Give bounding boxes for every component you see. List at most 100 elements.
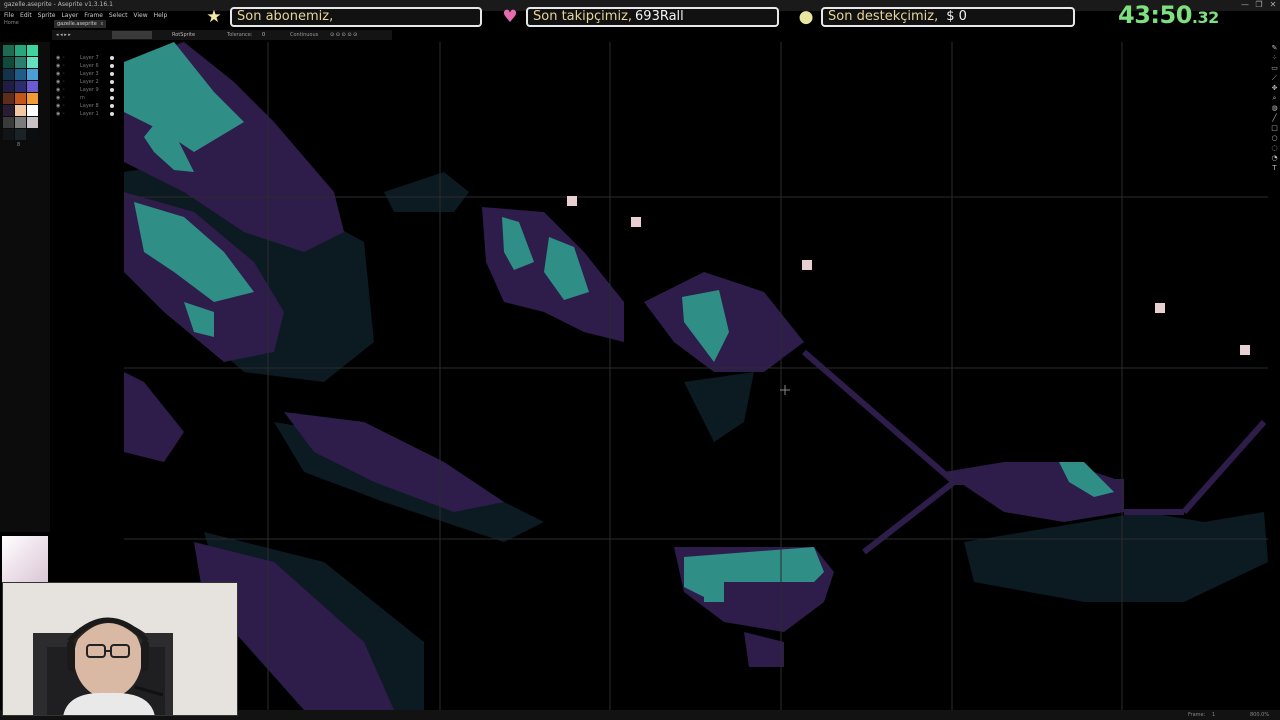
eyedropper-tool-icon[interactable]: ⟋ xyxy=(1270,74,1279,82)
color-preview[interactable] xyxy=(2,536,48,582)
palette-swatch[interactable] xyxy=(27,105,38,116)
close-tab-icon[interactable]: x xyxy=(100,21,103,27)
palette-swatch[interactable] xyxy=(27,69,38,80)
lasso-tool-icon[interactable]: ◌ xyxy=(1270,144,1279,152)
ellipse-tool-icon[interactable]: ○ xyxy=(1270,134,1279,142)
eye-icon[interactable]: ◉ ◦ xyxy=(56,94,68,102)
palette-swatch[interactable] xyxy=(15,105,26,116)
menu-frame[interactable]: Frame xyxy=(84,11,103,20)
menu-view[interactable]: View xyxy=(133,11,147,20)
close-button[interactable]: ✕ xyxy=(1266,0,1280,10)
palette-swatch[interactable] xyxy=(27,57,38,68)
layer-row[interactable]: ◉ ◦ Layer 1 xyxy=(52,110,122,118)
palette-swatch[interactable] xyxy=(3,129,14,140)
contiguous-toggle[interactable]: Continuous xyxy=(290,30,318,40)
blur-tool-icon[interactable]: ◔ xyxy=(1270,154,1279,162)
cel-dot-icon[interactable] xyxy=(110,80,114,84)
minimize-button[interactable]: — xyxy=(1238,0,1252,10)
webcam-feed xyxy=(2,582,238,716)
bucket-tool-icon[interactable]: ◍ xyxy=(1270,104,1279,112)
palette-swatch[interactable] xyxy=(15,69,26,80)
eye-icon[interactable]: ◉ ◦ xyxy=(56,70,68,78)
cel-dot-icon[interactable] xyxy=(110,104,114,108)
move-tool-icon[interactable]: ✥ xyxy=(1270,84,1279,92)
palette-swatch[interactable] xyxy=(27,93,38,104)
menu-file[interactable]: File xyxy=(4,11,14,20)
layer-name: Layer 9 xyxy=(80,87,99,93)
nav-arrows-icon[interactable]: ◂ ◂ ▸ ▸ xyxy=(56,30,71,40)
home-tab[interactable]: Home xyxy=(4,20,19,26)
zoom-level[interactable]: 800.0% xyxy=(1250,710,1269,720)
palette-swatch[interactable] xyxy=(3,93,14,104)
palette-swatch[interactable] xyxy=(15,57,26,68)
palette-swatch[interactable] xyxy=(3,69,14,80)
brush-preview[interactable] xyxy=(112,31,152,39)
menu-sprite[interactable]: Sprite xyxy=(38,11,56,20)
layer-row[interactable]: ◉ ◦ Layer 9 xyxy=(52,86,122,94)
palette-swatch[interactable] xyxy=(15,129,26,140)
layer-name: Layer 3 xyxy=(80,71,99,77)
tolerance-input[interactable]: 0 xyxy=(262,30,265,40)
document-tab[interactable]: gazelle.aseprite x xyxy=(54,20,106,28)
zoom-tool-icon[interactable]: ⌕ xyxy=(1270,94,1279,102)
layer-row[interactable]: ◉ ◦ Layer 3 xyxy=(52,70,122,78)
eye-icon[interactable]: ◉ ◦ xyxy=(56,86,68,94)
palette-index: 8 xyxy=(17,142,21,148)
palette-swatch[interactable] xyxy=(27,129,38,140)
line-tool-icon[interactable]: ╱ xyxy=(1270,114,1279,122)
menu-help[interactable]: Help xyxy=(154,11,168,20)
cel-dot-icon[interactable] xyxy=(110,112,114,116)
follower-box: Son takipçimiz, 693Rall xyxy=(526,7,779,27)
cel-dot-icon[interactable] xyxy=(110,56,114,60)
layer-name: m xyxy=(80,95,85,101)
layer-name: Layer 1 xyxy=(80,111,99,117)
menu-layer[interactable]: Layer xyxy=(61,11,78,20)
timer-fraction: .32 xyxy=(1191,8,1219,27)
eraser-tool-icon[interactable]: ▭ xyxy=(1270,64,1279,72)
transform-icons[interactable]: ⊙ ⊙ ⊙ ⊙ ⊙ xyxy=(330,30,357,40)
eye-icon[interactable]: ◉ ◦ xyxy=(56,54,68,62)
palette-swatch[interactable] xyxy=(27,81,38,92)
text-tool-icon[interactable]: T xyxy=(1270,164,1279,172)
tools-toolbar: ✎ ⁘ ▭ ⟋ ✥ ⌕ ◍ ╱ □ ○ ◌ ◔ T xyxy=(1269,42,1280,172)
tolerance-label: Tolerance: xyxy=(227,32,253,38)
layer-row[interactable]: ◉ ◦ m xyxy=(52,94,122,102)
rectangle-tool-icon[interactable]: □ xyxy=(1270,124,1279,132)
menu-edit[interactable]: Edit xyxy=(20,11,32,20)
cel-dot-icon[interactable] xyxy=(110,72,114,76)
pencil-tool-icon[interactable]: ✎ xyxy=(1270,44,1279,52)
donor-label: Son destekçimiz, xyxy=(828,9,939,24)
layer-row[interactable]: ◉ ◦ Layer 8 xyxy=(52,102,122,110)
palette-swatch[interactable] xyxy=(27,117,38,128)
palette-swatch[interactable] xyxy=(27,45,38,56)
menu-select[interactable]: Select xyxy=(109,11,128,20)
eye-icon[interactable]: ◉ ◦ xyxy=(56,78,68,86)
palette-swatch[interactable] xyxy=(15,117,26,128)
spray-tool-icon[interactable]: ⁘ xyxy=(1270,54,1279,62)
palette-swatch[interactable] xyxy=(15,45,26,56)
palette-swatch[interactable] xyxy=(15,93,26,104)
palette-swatch[interactable] xyxy=(3,117,14,128)
cel-dot-icon[interactable] xyxy=(110,88,114,92)
eye-icon[interactable]: ◉ ◦ xyxy=(56,102,68,110)
layer-row[interactable]: ◉ ◦ Layer 2 xyxy=(52,78,122,86)
palette-swatch[interactable] xyxy=(15,81,26,92)
eye-icon[interactable]: ◉ ◦ xyxy=(56,110,68,118)
rotation-mode-select[interactable]: RotSprite xyxy=(172,30,195,40)
palette-swatch[interactable] xyxy=(3,57,14,68)
maximize-button[interactable]: ❐ xyxy=(1252,0,1266,10)
palette-swatch[interactable] xyxy=(3,45,14,56)
shadow-region xyxy=(684,372,754,442)
layer-row[interactable]: ◉ ◦ Layer 7 xyxy=(52,54,122,62)
palette-swatch[interactable] xyxy=(3,105,14,116)
palette-swatch[interactable] xyxy=(3,81,14,92)
sprite-canvas[interactable] xyxy=(124,42,1268,710)
cel-dot-icon[interactable] xyxy=(110,64,114,68)
eye-icon[interactable]: ◉ ◦ xyxy=(56,62,68,70)
star-icon: ★ xyxy=(206,7,222,27)
layer-name: Layer 8 xyxy=(80,103,99,109)
outline-stroke xyxy=(1181,420,1267,514)
layer-row[interactable]: ◉ ◦ Layer 6 xyxy=(52,62,122,70)
cel-dot-icon[interactable] xyxy=(110,96,114,100)
frame-input[interactable]: 1 xyxy=(1212,710,1215,720)
